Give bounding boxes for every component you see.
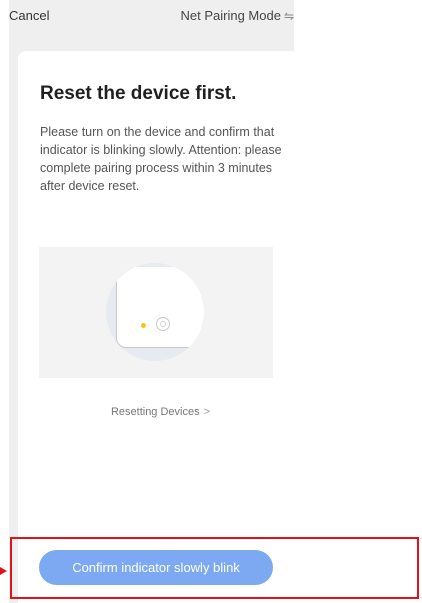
top-bar: Cancel Net Pairing Mode ⇋ <box>9 0 294 32</box>
net-pairing-mode-label: Net Pairing Mode <box>180 8 281 23</box>
page-title: Reset the device first. <box>40 83 237 104</box>
app-screen: Cancel Net Pairing Mode ⇋ Reset the devic… <box>9 0 294 603</box>
power-button-icon <box>156 317 170 331</box>
resetting-devices-label: Resetting Devices <box>110 406 200 418</box>
net-pairing-mode-button[interactable]: Net Pairing Mode ⇋ <box>180 8 294 23</box>
cancel-button[interactable]: Cancel <box>9 8 49 23</box>
reset-card: Reset the device first. Please turn on t… <box>18 51 294 603</box>
pointer-arrow-icon <box>0 567 7 575</box>
indicator-light-icon <box>141 323 146 328</box>
instructions-text: Please turn on the device and confirm th… <box>40 125 282 193</box>
device-body <box>116 267 204 348</box>
swap-icon: ⇋ <box>283 9 294 23</box>
device-illustration <box>39 247 273 378</box>
resetting-devices-link[interactable]: Resetting Devices > <box>18 406 294 418</box>
highlight-box <box>10 537 419 599</box>
chevron-right-icon: > <box>203 406 211 418</box>
magnifier-circle <box>106 263 204 361</box>
